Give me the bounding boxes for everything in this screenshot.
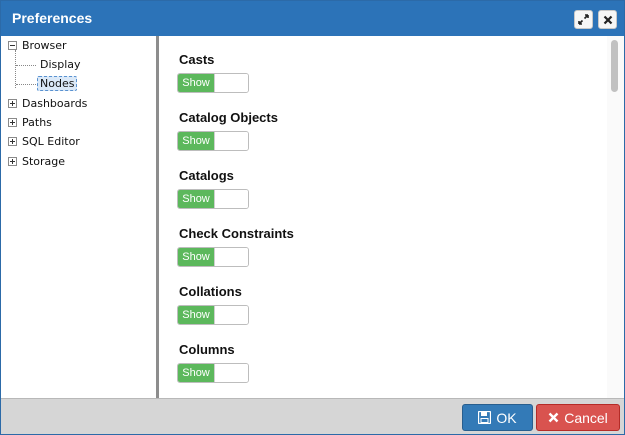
tree-item-label: SQL Editor (22, 135, 80, 148)
close-icon (603, 15, 612, 24)
ok-button[interactable]: OK (462, 404, 533, 431)
toggle-on-label: Show (178, 190, 214, 208)
toggle-handle (214, 364, 248, 382)
x-icon (548, 412, 559, 423)
tree-connector (16, 84, 36, 85)
toggle-on-label: Show (178, 74, 214, 92)
tree-connector (15, 50, 16, 88)
preferences-dialog: Preferences Browser Display Nodes Dashbo… (0, 0, 625, 435)
toggle-handle (214, 74, 248, 92)
toggle-handle (214, 306, 248, 324)
toggle-columns[interactable]: Show (177, 363, 249, 383)
toggle-casts[interactable]: Show (177, 73, 249, 93)
tree-item-display[interactable]: Display (40, 57, 81, 73)
tree-item-label: Dashboards (22, 97, 88, 110)
toggle-handle (214, 248, 248, 266)
section-title-catalogs: Catalogs (179, 168, 234, 183)
toggle-collations[interactable]: Show (177, 305, 249, 325)
section-title-collations: Collations (179, 284, 242, 299)
tree-item-nodes[interactable]: Nodes (37, 76, 78, 92)
toggle-check-constraints[interactable]: Show (177, 247, 249, 267)
toggle-catalog-objects[interactable]: Show (177, 131, 249, 151)
section-title-columns: Columns (179, 342, 235, 357)
tree-item-label: Display (40, 58, 81, 71)
ok-label: OK (496, 409, 517, 426)
toggle-catalogs[interactable]: Show (177, 189, 249, 209)
expand-icon[interactable] (8, 118, 17, 127)
expand-icon[interactable] (8, 137, 17, 146)
toggle-handle (214, 190, 248, 208)
toggle-on-label: Show (178, 306, 214, 324)
tree-item-label: Storage (22, 155, 66, 168)
scrollbar-thumb[interactable] (611, 40, 618, 92)
preferences-tree: Browser Display Nodes Dashboards Paths S… (4, 36, 156, 398)
toggle-on-label: Show (178, 248, 214, 266)
save-disk-icon (478, 411, 492, 424)
expand-icon[interactable] (8, 157, 17, 166)
tree-connector (16, 65, 36, 66)
close-button[interactable] (598, 10, 617, 29)
section-title-check-constraints: Check Constraints (179, 226, 294, 241)
expand-arrows-icon (578, 14, 589, 25)
collapse-icon[interactable] (8, 41, 17, 50)
preferences-content: Casts Show Catalog Objects Show Catalogs… (159, 36, 607, 398)
dialog-title: Preferences (12, 10, 93, 26)
toggle-on-label: Show (178, 132, 214, 150)
maximize-button[interactable] (574, 10, 593, 29)
tree-item-label: Paths (22, 116, 52, 129)
title-bar: Preferences (1, 1, 624, 36)
cancel-button[interactable]: Cancel (536, 404, 620, 431)
toggle-on-label: Show (178, 364, 214, 382)
cancel-label: Cancel (564, 409, 608, 426)
content-scrollbar[interactable] (607, 36, 624, 398)
tree-item-label: Browser (22, 39, 67, 52)
expand-icon[interactable] (8, 99, 17, 108)
section-title-catalog-objects: Catalog Objects (179, 110, 278, 125)
tree-item-label: Nodes (37, 76, 78, 91)
section-title-casts: Casts (179, 52, 215, 67)
dialog-footer: OK Cancel (1, 398, 624, 434)
toggle-handle (214, 132, 248, 150)
